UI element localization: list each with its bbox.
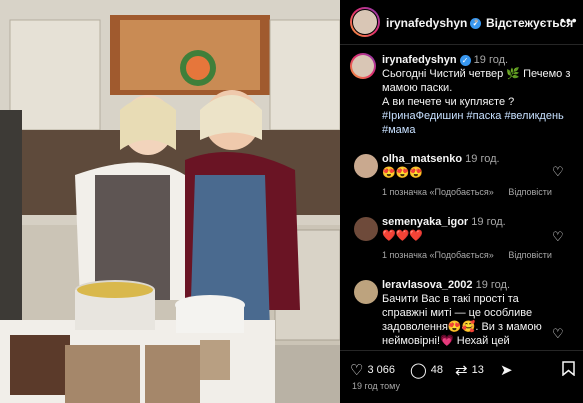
- kitchen-photo: [0, 0, 340, 403]
- comment-like-icon[interactable]: ♡: [552, 326, 564, 342]
- like-action[interactable]: ♡ 3 066: [350, 361, 395, 379]
- repost-action[interactable]: ⇄ 13: [455, 361, 484, 379]
- author-username-text[interactable]: irynafedyshyn: [386, 16, 467, 30]
- commenter-avatar[interactable]: [354, 280, 378, 304]
- like-count[interactable]: 3 066: [367, 364, 395, 376]
- caption-line2: А ви печете чи купляєте ?: [382, 96, 515, 108]
- share-action[interactable]: ➤: [500, 361, 513, 379]
- comment-text: ❤️❤️❤️: [382, 230, 424, 242]
- comment-count[interactable]: 48: [431, 364, 443, 376]
- comment-text: Бачити Вас в такі прості та справжні мит…: [382, 293, 542, 347]
- paper-plane-icon[interactable]: ➤: [500, 361, 513, 379]
- commenter-avatar[interactable]: [354, 217, 378, 241]
- caption-text: irynafedyshyn ✓ 19 год. Сьогодні Чистий ч…: [382, 53, 572, 137]
- caption-time: 19 год.: [473, 54, 509, 66]
- comments-scroll-area[interactable]: irynafedyshyn ✓ 19 год. Сьогодні Чистий ч…: [340, 45, 583, 348]
- commenter-avatar[interactable]: [354, 154, 378, 178]
- author-avatar[interactable]: [350, 7, 380, 37]
- comment-like-icon[interactable]: ♡: [552, 164, 564, 180]
- comment-likes[interactable]: 1 позначка «Подобається»: [382, 187, 494, 197]
- comment-likes[interactable]: 1 позначка «Подобається»: [382, 250, 494, 260]
- comment-text: 😍😍😍: [382, 167, 424, 179]
- caption-hashtags[interactable]: #ІринаФедишин #паска #великдень #мама: [382, 110, 564, 136]
- caption-avatar[interactable]: [350, 53, 376, 79]
- speech-bubble-icon[interactable]: ◯: [410, 361, 427, 379]
- comment-time: 19 год.: [471, 216, 506, 228]
- comment-meta: 1 позначка «Подобається» Відповісти: [382, 187, 564, 197]
- heart-outline-icon[interactable]: ♡: [350, 361, 363, 379]
- posted-time: 19 год тому: [352, 381, 400, 391]
- post-photo[interactable]: [0, 0, 340, 403]
- reply-button[interactable]: Відповісти: [508, 250, 552, 260]
- comment-body: olha_matsenko 19 год. 😍😍😍: [382, 152, 552, 180]
- separator-dot: •: [474, 14, 479, 28]
- caption-line1: Сьогодні Чистий четвер 🌿 Печемо з мамою …: [382, 68, 571, 94]
- post-panel: irynafedyshyn ✓ • Відстежується ••• iryna…: [340, 0, 583, 403]
- comment-action[interactable]: ◯ 48: [410, 361, 443, 379]
- caption-username[interactable]: irynafedyshyn: [382, 54, 457, 66]
- comment-meta: 1 позначка «Подобається» Відповісти: [382, 250, 564, 260]
- comment-time: 19 год.: [475, 279, 511, 291]
- author-username[interactable]: irynafedyshyn ✓: [386, 16, 482, 30]
- comment-body: leravlasova_2002 19 год. Бачити Вас в та…: [382, 278, 552, 348]
- reply-button[interactable]: Відповісти: [508, 187, 552, 197]
- bookmark-icon[interactable]: [562, 361, 575, 376]
- comment-username[interactable]: leravlasova_2002: [382, 279, 473, 291]
- post-header: irynafedyshyn ✓ • Відстежується •••: [340, 0, 583, 45]
- comment-username[interactable]: semenyaka_igor: [382, 216, 468, 228]
- save-action[interactable]: [562, 361, 575, 376]
- comment-time: 19 год.: [465, 153, 500, 165]
- verified-icon: ✓: [459, 54, 471, 66]
- post-actions: ♡ 3 066 ◯ 48 ⇄ 13 ➤: [340, 350, 583, 383]
- repost-arrows-icon[interactable]: ⇄: [455, 361, 468, 379]
- repost-count[interactable]: 13: [472, 364, 484, 376]
- comment-username[interactable]: olha_matsenko: [382, 153, 462, 165]
- more-options-icon[interactable]: •••: [560, 12, 578, 28]
- comment-body: semenyaka_igor 19 год. ❤️❤️❤️: [382, 215, 552, 243]
- comment-like-icon[interactable]: ♡: [552, 229, 564, 245]
